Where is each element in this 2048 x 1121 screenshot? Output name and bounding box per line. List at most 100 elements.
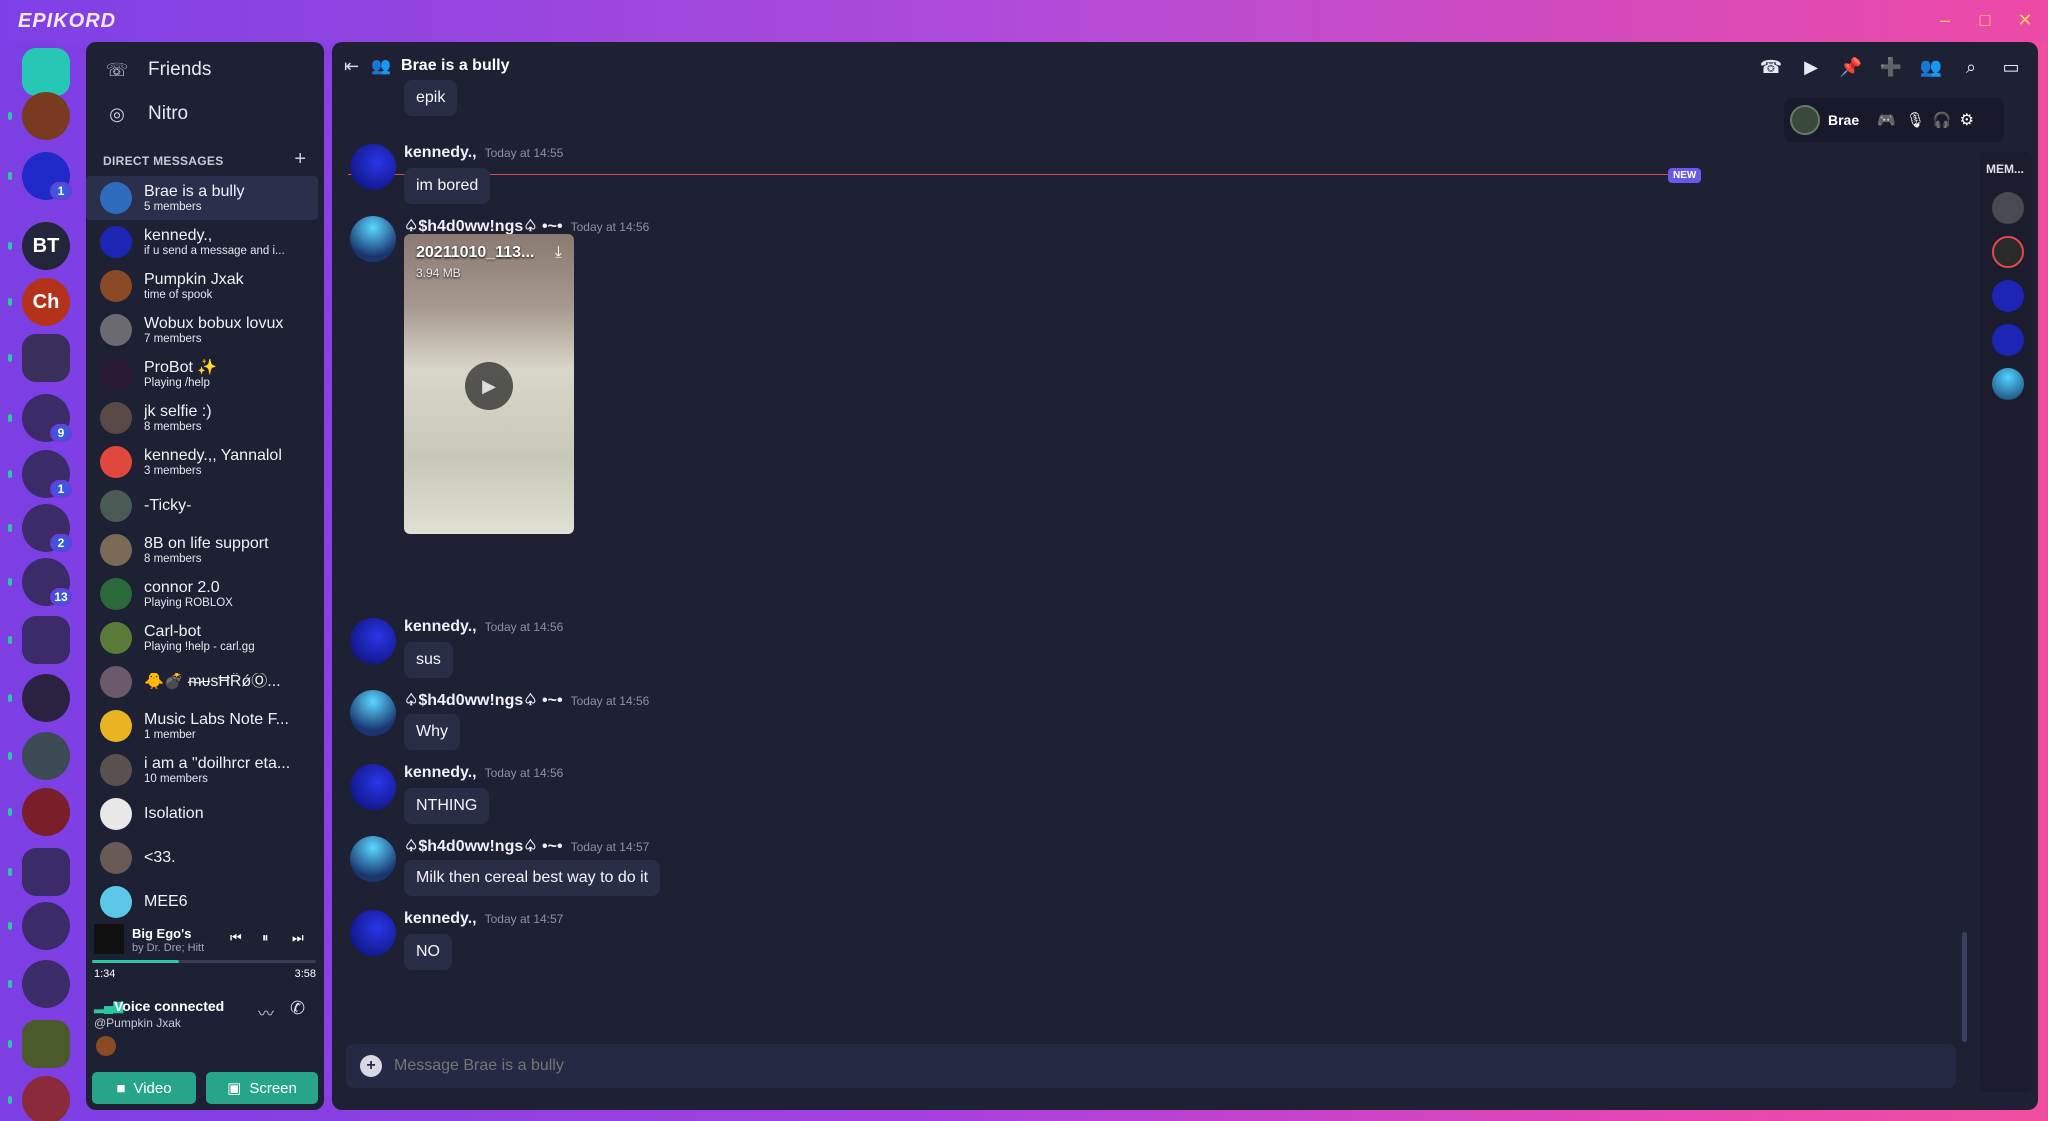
author-name[interactable]: ♤$h4d0ww!ngs♤ •~• Today at 14:57 <box>404 836 649 856</box>
download-icon[interactable]: ⤓ <box>555 244 562 262</box>
previous-track-icon[interactable]: ⏮ <box>230 930 242 946</box>
video-attachment[interactable]: 20211010_113... 3.94 MB ⤓ ▶ <box>404 234 574 534</box>
minimize-button[interactable]: – <box>1930 10 1960 31</box>
server-icon[interactable] <box>22 92 70 140</box>
dm-item[interactable]: 🐥💣 ᵯᵾsĦȒǿⓄ... <box>86 660 324 704</box>
close-button[interactable]: ✕ <box>2010 10 2040 31</box>
members-icon[interactable]: 👥 <box>1916 54 1946 80</box>
dm-name: -Ticky- <box>144 497 192 514</box>
dm-name: connor 2.0 <box>144 578 220 596</box>
message-text: Why <box>404 714 460 750</box>
dm-list: Brae is a bully 5 members kennedy., if u se… <box>86 176 324 924</box>
dm-item[interactable]: jk selfie :) 8 members <box>86 396 324 440</box>
create-dm-button[interactable]: + <box>294 148 306 171</box>
scrollbar[interactable] <box>1962 932 1967 1042</box>
dm-item[interactable]: ProBot ✨ Playing /help <box>86 352 324 396</box>
dm-item[interactable]: Brae is a bully 5 members <box>86 176 318 220</box>
nitro-link[interactable]: ◎ Nitro <box>86 92 324 136</box>
server-icon[interactable] <box>22 674 70 722</box>
dm-avatar <box>100 798 132 830</box>
server-icon[interactable]: Ch <box>22 278 70 326</box>
author-avatar[interactable] <box>350 836 396 882</box>
dm-name: Wobux bobux lovux <box>144 314 284 332</box>
member-avatar[interactable] <box>1992 280 2024 312</box>
author-name[interactable]: ♤$h4d0ww!ngs♤ •~• Today at 14:56 <box>404 216 649 236</box>
dm-avatar <box>100 226 132 258</box>
dm-item[interactable]: Music Labs Note F... 1 member <box>86 704 324 748</box>
server-icon[interactable] <box>22 960 70 1008</box>
message-input[interactable] <box>394 1057 1894 1075</box>
server-icon[interactable] <box>22 902 70 950</box>
dm-item[interactable]: -Ticky- <box>86 484 324 528</box>
server-icon[interactable] <box>22 848 70 896</box>
server-icon[interactable] <box>22 732 70 780</box>
author-avatar[interactable] <box>350 910 396 956</box>
search-icon[interactable]: ⌕ <box>1956 54 1986 80</box>
track-progress[interactable] <box>92 960 316 963</box>
server-icon[interactable] <box>22 1076 70 1121</box>
author-name[interactable]: kennedy., Today at 14:56 <box>404 764 563 782</box>
member-list: MEM... <box>1980 152 2032 1092</box>
maximize-button[interactable]: □ <box>1970 10 2000 31</box>
call-icon[interactable]: ☎ <box>1756 54 1786 80</box>
author-avatar[interactable] <box>350 690 396 736</box>
dm-item[interactable]: Wobux bobux lovux 7 members <box>86 308 324 352</box>
server-icon[interactable] <box>22 1020 70 1068</box>
dm-name: Brae is a bully <box>144 182 245 200</box>
author-avatar[interactable] <box>350 764 396 810</box>
add-friend-icon[interactable]: ➕ <box>1876 54 1906 80</box>
author-name[interactable]: kennedy., Today at 14:57 <box>404 910 563 928</box>
author-avatar[interactable] <box>350 618 396 664</box>
dm-avatar <box>100 534 132 566</box>
nitro-label: Nitro <box>148 103 189 124</box>
video-call-icon[interactable]: ▶ <box>1796 54 1826 80</box>
dm-name: 🐥💣 ᵯᵾsĦȒǿⓄ... <box>144 673 281 690</box>
channel-header: ⇤ 👥 Brae is a bully ☎ ▶ 📌 ➕ 👥 ⌕ ▭ <box>332 42 2038 90</box>
play-icon[interactable]: ▶ <box>465 362 513 410</box>
dm-item[interactable]: 8B on life support 8 members <box>86 528 324 572</box>
dm-item[interactable]: connor 2.0 Playing ROBLOX <box>86 572 324 616</box>
member-avatar[interactable] <box>1992 324 2024 356</box>
dm-item[interactable]: Pumpkin Jxak time of spook <box>86 264 324 308</box>
disconnect-icon[interactable]: ✆ <box>290 998 305 1019</box>
server-icon[interactable] <box>22 48 70 96</box>
server-icon[interactable]: BT <box>22 222 70 270</box>
server-icon[interactable] <box>22 788 70 836</box>
dm-item[interactable]: kennedy.,, Yannalol 3 members <box>86 440 324 484</box>
author-name[interactable]: kennedy., Today at 14:56 <box>404 618 563 636</box>
inbox-icon[interactable]: ▭ <box>1996 54 2026 80</box>
collapse-sidebar-icon[interactable]: ⇤ <box>344 56 359 77</box>
dm-item[interactable]: Isolation <box>86 792 324 836</box>
pin-icon[interactable]: 📌 <box>1836 54 1866 80</box>
dm-item[interactable]: Carl-bot Playing !help - carl.gg <box>86 616 324 660</box>
voice-channel[interactable]: @Pumpkin Jxak <box>94 1016 181 1030</box>
attach-icon[interactable]: + <box>360 1055 382 1077</box>
friends-label: Friends <box>148 59 212 80</box>
author-avatar[interactable] <box>350 144 396 190</box>
message-timestamp: Today at 14:56 <box>484 766 564 780</box>
author-avatar[interactable] <box>350 216 396 262</box>
voice-user-avatar <box>96 1036 116 1056</box>
dm-item[interactable]: MEE6 <box>86 880 324 924</box>
unread-pip <box>8 808 12 816</box>
pause-icon[interactable]: ⏸ <box>262 930 269 946</box>
unread-pip <box>8 1096 12 1104</box>
author-name[interactable]: kennedy., Today at 14:55 <box>404 144 563 162</box>
member-avatar[interactable] <box>1992 192 2024 224</box>
dm-item[interactable]: kennedy., if u send a message and i... <box>86 220 324 264</box>
screen-share-button[interactable]: ▣ Screen <box>206 1072 318 1104</box>
server-icon[interactable] <box>22 334 70 382</box>
dm-item[interactable]: i am a "doilhrcr eta... 10 members <box>86 748 324 792</box>
server-icon[interactable] <box>22 616 70 664</box>
author-name[interactable]: ♤$h4d0ww!ngs♤ •~• Today at 14:56 <box>404 690 649 710</box>
video-button[interactable]: ■ Video <box>92 1072 196 1104</box>
dm-item[interactable]: <33. <box>86 836 324 880</box>
unread-pip <box>8 414 12 422</box>
author-label: kennedy., <box>404 910 477 927</box>
server-badge: 1 <box>50 480 72 498</box>
member-avatar[interactable] <box>1992 368 2024 400</box>
friends-link[interactable]: ☏ Friends <box>86 48 324 92</box>
noise-suppression-icon[interactable]: 〰 <box>258 1000 274 1024</box>
next-track-icon[interactable]: ⏭ <box>292 930 304 946</box>
member-avatar[interactable] <box>1992 236 2024 268</box>
